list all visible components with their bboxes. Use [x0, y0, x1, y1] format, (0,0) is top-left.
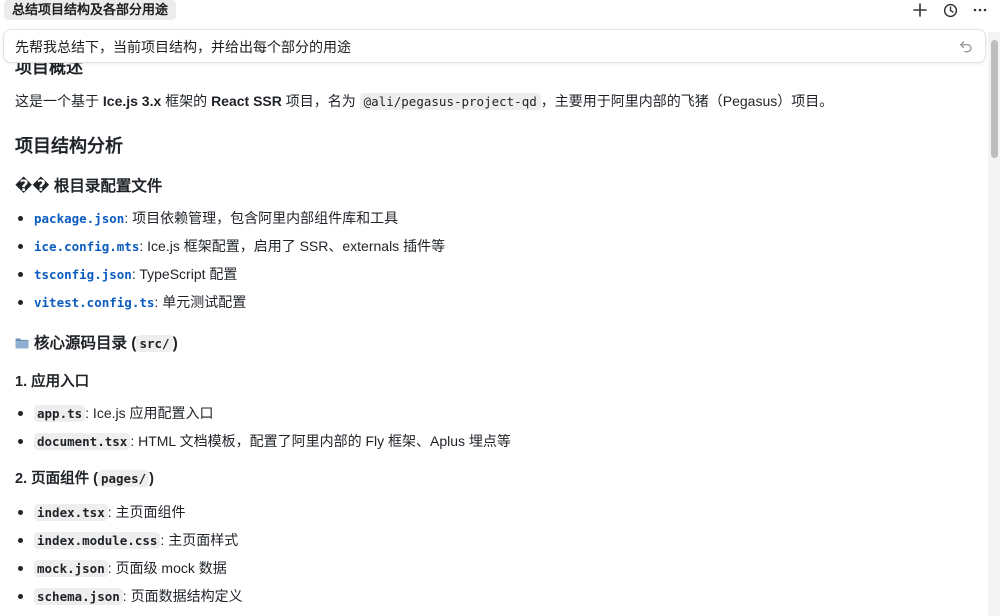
folder-icon — [15, 334, 29, 349]
intro-text: ，主要用于阿里内部的飞猪（Pegasus）项目。 — [540, 93, 834, 109]
file-link[interactable]: tsconfig.json — [34, 267, 132, 282]
app-entry-heading: 1. 应用入口 — [15, 374, 90, 390]
src-heading-text-end: ) — [172, 335, 178, 352]
app-entry-list: app.ts: Ice.js 应用配置入口 document.tsx: HTML… — [15, 403, 511, 459]
response-content: 项目概述 这是一个基于 Ice.js 3.x 框架的 React SSR 项目，… — [15, 52, 980, 616]
list-item: vitest.config.ts: 单元测试配置 — [15, 292, 445, 320]
src-heading: 核心源码目录 (src/) — [15, 333, 178, 355]
file-code: index.tsx — [34, 504, 108, 521]
list-item: tsconfig.json: TypeScript 配置 — [15, 264, 445, 292]
file-code: app.ts — [34, 405, 86, 422]
file-description: : 主页面样式 — [160, 532, 239, 548]
list-item: app.ts: Ice.js 应用配置入口 — [15, 403, 511, 431]
src-dir-code: src/ — [136, 335, 173, 352]
list-item: mock.json: 页面级 mock 数据 — [15, 558, 243, 586]
intro-text: 项目，名为 — [281, 93, 360, 109]
file-description: : 项目依赖管理，包含阿里内部组件库和工具 — [124, 210, 399, 226]
list-item: document.tsx: HTML 文档模板，配置了阿里内部的 Fly 框架、… — [15, 431, 511, 459]
user-prompt-bubble[interactable]: 先帮我总结下，当前项目结构，并给出每个部分的用途 — [3, 29, 986, 63]
package-name-code: @ali/pegasus-project-qd — [359, 93, 541, 110]
file-code: schema.json — [34, 588, 123, 605]
file-link[interactable]: package.json — [34, 211, 124, 226]
intro-project-type: React SSR — [211, 93, 282, 109]
file-description: : 主页面组件 — [107, 504, 186, 520]
list-item: schema.json: 页面数据结构定义 — [15, 586, 243, 614]
file-link[interactable]: ice.config.mts — [34, 239, 139, 254]
file-description: : Ice.js 应用配置入口 — [85, 405, 214, 421]
pages-heading: 2. 页面组件 (pages/) — [15, 469, 154, 489]
plus-icon[interactable] — [912, 2, 928, 18]
top-actions — [912, 0, 988, 20]
list-item: ice.config.mts: Ice.js 框架配置，启用了 SSR、exte… — [15, 236, 445, 264]
file-code: document.tsx — [34, 433, 131, 450]
intro-text: 框架的 — [161, 93, 212, 109]
file-link[interactable]: vitest.config.ts — [34, 295, 154, 310]
list-item: index.tsx: 主页面组件 — [15, 502, 243, 530]
more-icon[interactable] — [972, 2, 988, 18]
undo-icon[interactable] — [959, 39, 973, 53]
intro-text: 这是一个基于 — [15, 93, 103, 109]
conversation-title-tab[interactable]: 总结项目结构及各部分用途 — [4, 0, 177, 20]
intro-paragraph: 这是一个基于 Ice.js 3.x 框架的 React SSR 项目，名为 @a… — [15, 91, 833, 112]
file-description: : TypeScript 配置 — [131, 266, 238, 282]
file-description: : Ice.js 框架配置，启用了 SSR、externals 插件等 — [139, 238, 446, 254]
section-title: 项目结构分析 — [15, 136, 123, 156]
top-bar: 总结项目结构及各部分用途 — [0, 0, 1000, 22]
pages-heading-text-end: ) — [149, 471, 154, 487]
history-icon[interactable] — [942, 2, 958, 18]
file-description: : 页面数据结构定义 — [122, 588, 243, 604]
scrollbar-thumb[interactable] — [991, 40, 998, 158]
vertical-scrollbar[interactable] — [988, 32, 1000, 616]
src-heading-text: 核心源码目录 ( — [34, 335, 137, 352]
file-description: : 页面级 mock 数据 — [107, 560, 227, 576]
file-description: : 单元测试配置 — [154, 294, 247, 310]
list-item: index.module.css: 主页面样式 — [15, 530, 243, 558]
root-config-heading: �� 根目录配置文件 — [15, 178, 163, 195]
root-config-list: package.json: 项目依赖管理，包含阿里内部组件库和工具 ice.co… — [15, 208, 445, 320]
pages-dir-code: pages/ — [97, 470, 150, 487]
list-item: package.json: 项目依赖管理，包含阿里内部组件库和工具 — [15, 208, 445, 236]
intro-framework: Ice.js 3.x — [102, 93, 162, 109]
pages-heading-text: 2. 页面组件 ( — [15, 471, 98, 487]
file-code: index.module.css — [34, 532, 161, 549]
pages-list: index.tsx: 主页面组件 index.module.css: 主页面样式… — [15, 502, 243, 614]
user-prompt-text: 先帮我总结下，当前项目结构，并给出每个部分的用途 — [15, 39, 351, 55]
file-description: : HTML 文档模板，配置了阿里内部的 Fly 框架、Aplus 埋点等 — [130, 433, 511, 449]
file-code: mock.json — [34, 560, 108, 577]
